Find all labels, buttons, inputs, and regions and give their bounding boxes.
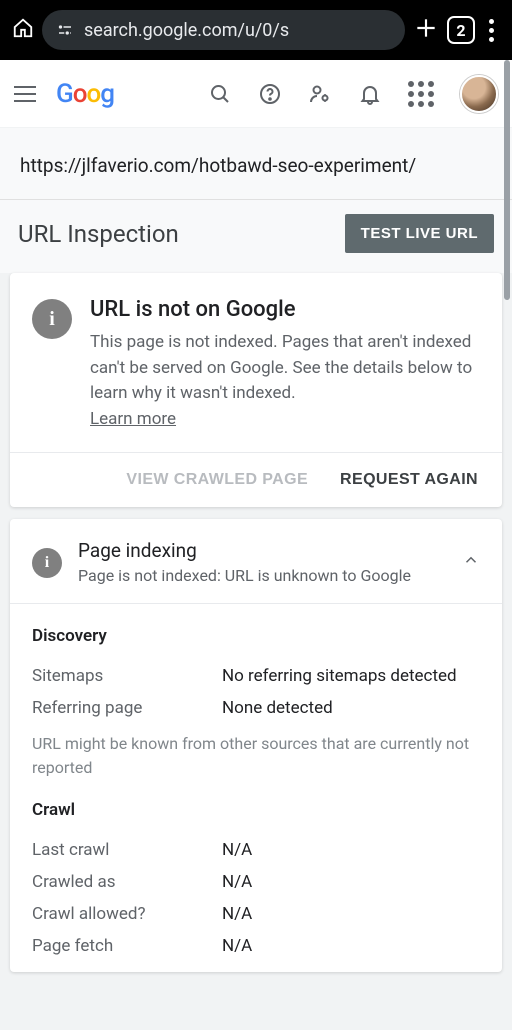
indexing-header[interactable]: i Page indexing Page is not indexed: URL…: [10, 519, 502, 603]
tab-switcher[interactable]: 2: [447, 16, 475, 44]
browser-menu-icon[interactable]: [483, 19, 500, 42]
chevron-up-icon[interactable]: [462, 551, 480, 573]
bell-icon[interactable]: [358, 82, 382, 106]
apps-grid-icon[interactable]: [408, 81, 434, 107]
status-description: This page is not indexed. Pages that are…: [90, 332, 472, 403]
view-crawled-page-button: VIEW CRAWLED PAGE: [126, 471, 308, 489]
section-header: URL Inspection TEST LIVE URL: [0, 199, 512, 273]
learn-more-link[interactable]: Learn more: [90, 409, 176, 429]
site-settings-icon: [56, 21, 74, 39]
scrollbar[interactable]: [504, 60, 510, 300]
table-row: Crawl allowed? N/A: [32, 898, 480, 930]
page-title: URL Inspection: [18, 220, 179, 248]
status-title: URL is not on Google: [90, 297, 480, 322]
home-icon[interactable]: [12, 17, 34, 43]
indexing-subtitle: Page is not indexed: URL is unknown to G…: [78, 566, 411, 585]
crawl-label: Crawl: [32, 800, 480, 820]
info-icon: i: [32, 548, 62, 578]
address-bar[interactable]: search.google.com/u/0/s: [42, 10, 405, 50]
tab-count-value: 2: [456, 21, 465, 40]
request-again-button[interactable]: REQUEST AGAIN: [340, 471, 478, 489]
indexing-title: Page indexing: [78, 539, 411, 562]
test-live-url-button[interactable]: TEST LIVE URL: [345, 214, 494, 253]
address-bar-text: search.google.com/u/0/s: [84, 20, 289, 41]
avatar[interactable]: [460, 75, 498, 113]
table-row: Page fetch N/A: [32, 930, 480, 962]
google-logo[interactable]: Goog: [56, 79, 114, 109]
table-row: Crawled as N/A: [32, 866, 480, 898]
new-tab-icon[interactable]: [413, 15, 439, 45]
discovery-label: Discovery: [32, 626, 480, 646]
table-row: Sitemaps No referring sitemaps detected: [32, 660, 480, 692]
inspected-url[interactable]: https://jlfaverio.com/hotbawd-seo-experi…: [0, 128, 512, 199]
users-settings-icon[interactable]: [308, 82, 332, 106]
help-icon[interactable]: [258, 82, 282, 106]
table-row: Last crawl N/A: [32, 834, 480, 866]
status-card: i URL is not on Google This page is not …: [10, 273, 502, 507]
menu-icon[interactable]: [14, 86, 36, 102]
info-icon: i: [32, 299, 72, 339]
table-row: Referring page None detected: [32, 692, 480, 724]
app-header: Goog: [0, 60, 512, 128]
discovery-note: URL might be known from other sources th…: [32, 732, 480, 780]
search-icon[interactable]: [208, 82, 232, 106]
browser-chrome: search.google.com/u/0/s 2: [0, 0, 512, 60]
page-indexing-card: i Page indexing Page is not indexed: URL…: [10, 519, 502, 972]
